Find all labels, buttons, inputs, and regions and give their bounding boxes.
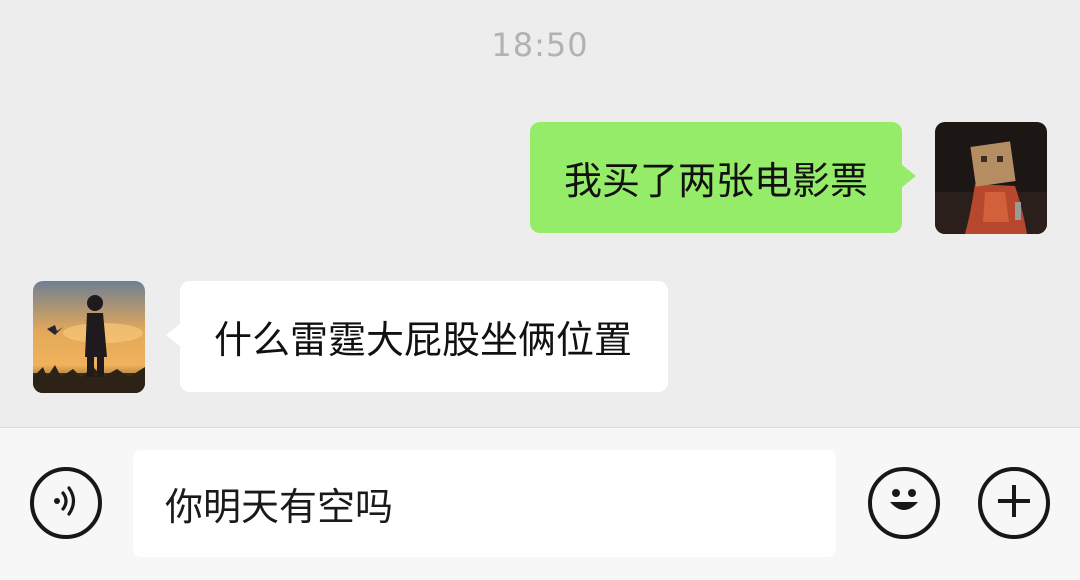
self-avatar-image: [935, 122, 1047, 234]
sent-message-bubble[interactable]: 我买了两张电影票: [529, 122, 917, 233]
plus-icon: [992, 479, 1036, 527]
message-input[interactable]: 你明天有空吗: [133, 450, 836, 557]
voice-button[interactable]: [30, 467, 102, 539]
self-avatar[interactable]: [935, 122, 1047, 234]
contact-avatar[interactable]: [33, 281, 145, 393]
voice-icon: [47, 482, 85, 524]
received-message-bubble[interactable]: 什么雷霆大屁股坐俩位置: [165, 281, 669, 392]
message-input-bar: 你明天有空吗: [0, 427, 1080, 580]
emoji-button[interactable]: [868, 467, 940, 539]
sent-message-text: 我买了两张电影票: [563, 159, 868, 203]
more-functions-button[interactable]: [978, 467, 1050, 539]
received-message-text: 什么雷霆大屁股坐俩位置: [214, 318, 633, 362]
message-timestamp: 18:50: [491, 26, 589, 64]
chat-area: 18:50 我买了两张电影票 什么雷霆大屁股坐俩位置: [0, 0, 1080, 427]
contact-avatar-image: [33, 281, 145, 393]
message-input-text: 你明天有空吗: [165, 485, 394, 529]
emoji-icon: [877, 474, 931, 532]
